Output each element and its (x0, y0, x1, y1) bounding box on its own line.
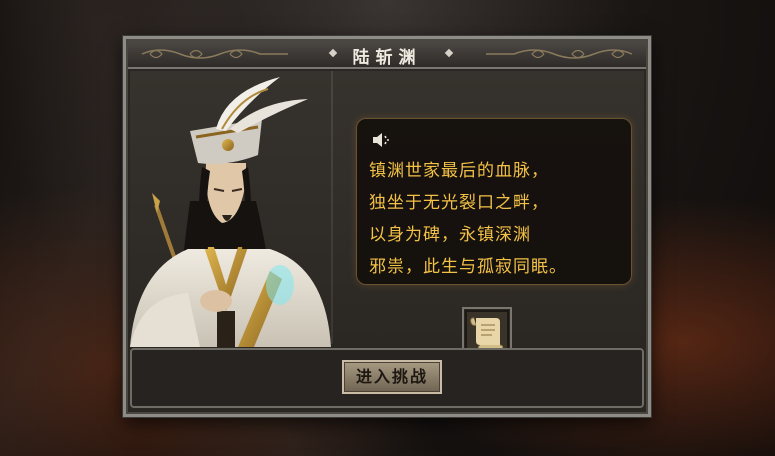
npc-dialog: 陆斩渊 镇渊世家最后的血脉， 独坐于无光裂口之畔， 以身为碑，永镇深渊 邪祟，此… (123, 36, 651, 417)
speech-line: 独坐于无光裂口之畔， (369, 193, 549, 213)
speaker-icon[interactable] (371, 130, 393, 150)
dialog-bottom-bar: 进入挑战 (130, 348, 644, 408)
enter-challenge-button[interactable]: 进入挑战 (342, 360, 442, 394)
speech-bubble: 镇渊世家最后的血脉， 独坐于无光裂口之畔， 以身为碑，永镇深渊 邪祟，此生与孤寂… (356, 118, 632, 285)
content-divider (331, 71, 333, 344)
speech-line: 邪祟，此生与孤寂同眠。 (369, 257, 567, 277)
dialog-content: 镇渊世家最后的血脉， 独坐于无光裂口之畔， 以身为碑，永镇深渊 邪祟，此生与孤寂… (130, 71, 644, 357)
dialog-title: 陆斩渊 (352, 48, 422, 68)
dialog-titlebar: 陆斩渊 (128, 41, 646, 69)
speech-line: 镇渊世家最后的血脉， (369, 161, 549, 181)
speech-line: 以身为碑，永镇深渊 (369, 225, 531, 245)
npc-portrait (130, 71, 331, 347)
speech-text: 镇渊世家最后的血脉， 独坐于无光裂口之畔， 以身为碑，永镇深渊 邪祟，此生与孤寂… (369, 155, 567, 283)
